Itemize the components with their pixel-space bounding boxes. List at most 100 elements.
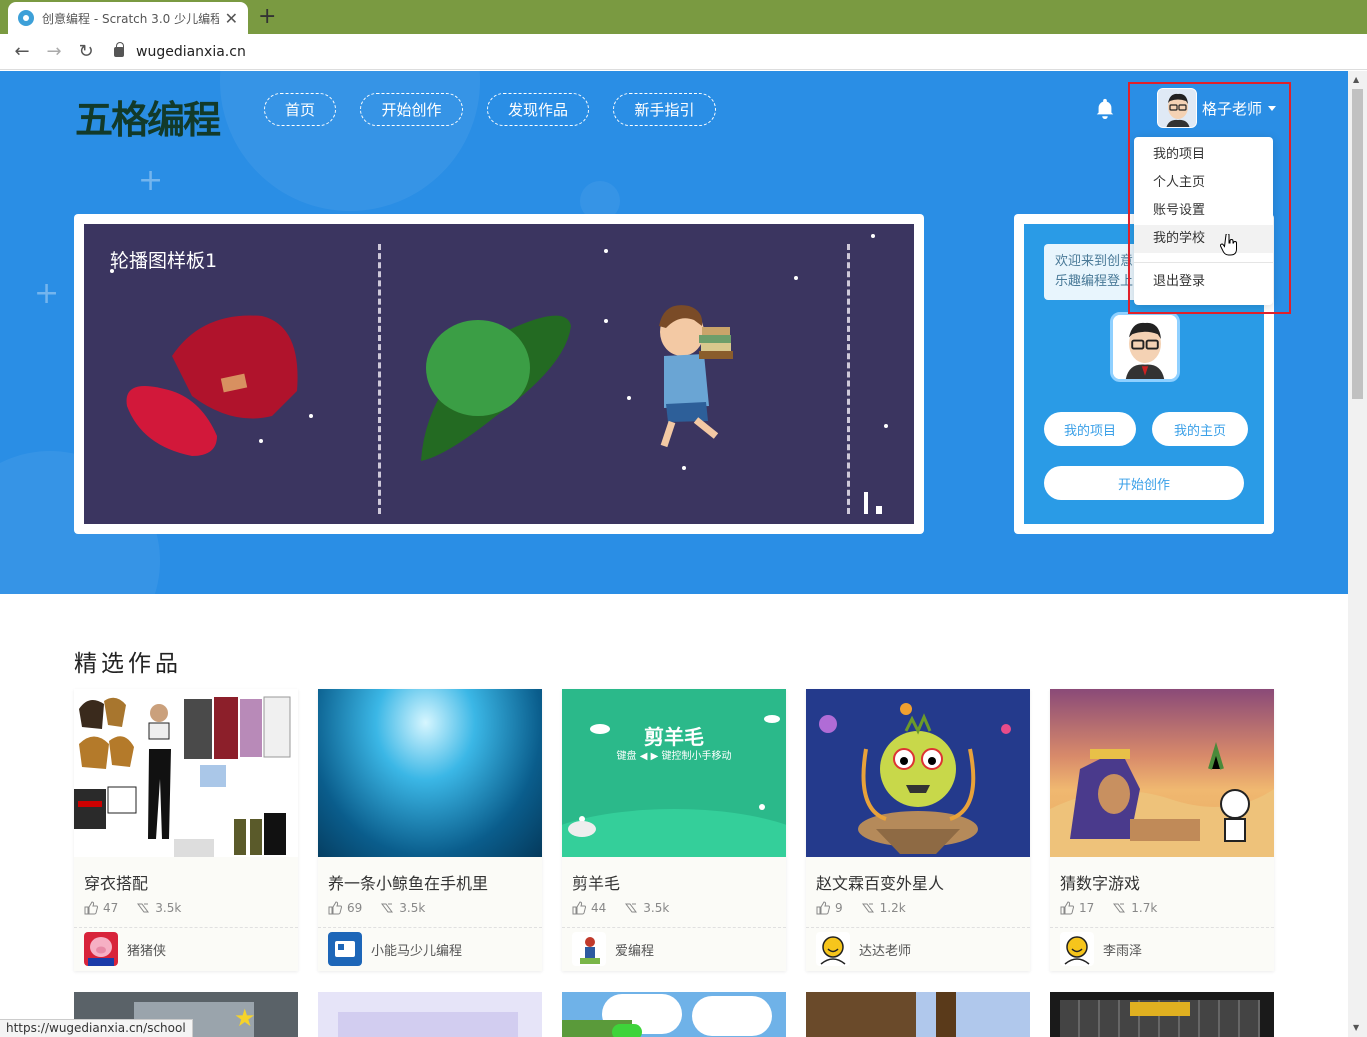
page-scrollbar[interactable]: ▲ ▼: [1348, 71, 1367, 1037]
user-avatar-large[interactable]: [1110, 312, 1180, 382]
card-divider: [1050, 927, 1274, 928]
star: [794, 276, 798, 280]
work-title[interactable]: 剪羊毛: [572, 870, 620, 894]
work-thumbnail[interactable]: [1050, 689, 1274, 857]
my-home-button[interactable]: 我的主页: [1152, 412, 1248, 446]
browser-tab-bar: 创意编程 - Scratch 3.0 少儿编程 ✕ +: [0, 0, 1367, 34]
featured-section-title: 精选作品: [74, 651, 182, 677]
address-bar: ← → ↻ wugedianxia.cn: [0, 34, 1367, 70]
work-author[interactable]: 李雨泽: [1060, 932, 1142, 966]
card-divider: [318, 927, 542, 928]
thumbs-up-icon[interactable]: [84, 901, 98, 915]
work-card-thumbnail[interactable]: [318, 992, 542, 1037]
work-card-thumbnail[interactable]: [562, 992, 786, 1037]
work-card-thumbnail[interactable]: [806, 992, 1030, 1037]
lane-divider: [378, 244, 381, 514]
card-divider: [74, 927, 298, 928]
close-tab-icon[interactable]: ✕: [225, 9, 238, 28]
remix-icon: [1113, 903, 1126, 913]
author-avatar: [1060, 932, 1094, 966]
view-count: 1.7k: [1131, 901, 1158, 915]
scrollbar-thumb[interactable]: [1352, 89, 1363, 399]
new-tab-button[interactable]: +: [258, 4, 276, 29]
start-create-button[interactable]: 开始创作: [1044, 466, 1244, 500]
annotation-highlight-box: [1128, 82, 1291, 314]
author-avatar: [816, 932, 850, 966]
work-card[interactable]: 剪羊毛 键盘 ◀ ▶ 键控制小手移动 剪羊毛 44 3.5k 爱编程: [562, 689, 786, 971]
view-count: 1.2k: [879, 901, 906, 915]
lock-icon: [114, 41, 124, 57]
like-count: 69: [347, 901, 363, 915]
work-thumbnail[interactable]: [806, 689, 1030, 857]
view-count: 3.5k: [399, 901, 426, 915]
my-projects-button[interactable]: 我的项目: [1044, 412, 1136, 446]
star-icon: ★: [234, 1004, 256, 1032]
hand-cursor-icon: [1220, 234, 1237, 256]
author-name: 小能马少儿编程: [371, 943, 463, 959]
author-name: 达达老师: [859, 943, 912, 959]
remix-icon: [381, 903, 394, 913]
view-count: 3.5k: [155, 901, 182, 915]
red-cap-illustration: [126, 315, 298, 456]
like-count: 9: [835, 901, 843, 915]
card-divider: [806, 927, 1030, 928]
site-logo[interactable]: 五格编程: [75, 89, 221, 144]
green-hat-illustration: [421, 315, 571, 461]
thumbs-up-icon[interactable]: [328, 901, 342, 915]
work-thumbnail[interactable]: [318, 689, 542, 857]
work-title[interactable]: 养一条小鲸鱼在手机里: [328, 870, 488, 894]
star: [604, 249, 608, 253]
work-title[interactable]: 猜数字游戏: [1060, 870, 1140, 894]
work-card[interactable]: 猜数字游戏 17 1.7k 李雨泽: [1050, 689, 1274, 971]
work-card-thumbnail[interactable]: [1050, 992, 1274, 1037]
author-avatar: [328, 932, 362, 966]
nav-home[interactable]: 首页: [264, 93, 336, 126]
work-author[interactable]: 爱编程: [572, 932, 654, 966]
work-stats: 44 3.5k: [572, 901, 669, 915]
thumbs-up-icon[interactable]: [1060, 901, 1074, 915]
lane-divider: [847, 244, 850, 514]
pause-icon-bar: [876, 506, 882, 514]
work-author[interactable]: 达达老师: [816, 932, 911, 966]
scroll-up-icon[interactable]: ▲: [1353, 75, 1359, 84]
pause-icon[interactable]: [864, 492, 868, 514]
work-title[interactable]: 赵文霖百变外星人: [816, 870, 944, 894]
nav-guide[interactable]: 新手指引: [613, 93, 716, 126]
browser-tab[interactable]: 创意编程 - Scratch 3.0 少儿编程 ✕: [8, 2, 248, 34]
work-card[interactable]: 养一条小鲸鱼在手机里 69 3.5k 小能马少儿编程: [318, 689, 542, 971]
work-card[interactable]: 穿衣搭配 47 3.5k 猪猪侠: [74, 689, 298, 971]
notification-bell-icon[interactable]: [1094, 97, 1116, 119]
author-name: 猪猪侠: [127, 943, 167, 959]
work-title[interactable]: 穿衣搭配: [84, 870, 148, 894]
forward-icon[interactable]: →: [38, 41, 70, 62]
work-author[interactable]: 猪猪侠: [84, 932, 166, 966]
work-stats: 47 3.5k: [84, 901, 181, 915]
work-stats: 69 3.5k: [328, 901, 425, 915]
work-card[interactable]: 赵文霖百变外星人 9 1.2k 达达老师: [806, 689, 1030, 971]
like-count: 47: [103, 901, 119, 915]
work-thumbnail[interactable]: [74, 689, 298, 857]
remix-icon: [137, 903, 150, 913]
scroll-down-icon[interactable]: ▼: [1353, 1023, 1359, 1032]
carousel-frame: 轮播图样板1: [74, 214, 924, 534]
decoration-circle: [220, 71, 480, 211]
nav-discover[interactable]: 发现作品: [487, 93, 589, 126]
work-thumbnail[interactable]: 剪羊毛 键盘 ◀ ▶ 键控制小手移动: [562, 689, 786, 857]
thumbs-up-icon[interactable]: [572, 901, 586, 915]
nav-start-create[interactable]: 开始创作: [360, 93, 463, 126]
back-icon[interactable]: ←: [6, 41, 38, 62]
view-count: 3.5k: [643, 901, 670, 915]
site-favicon-icon: [18, 10, 34, 26]
star: [884, 424, 888, 428]
carousel-slide[interactable]: 轮播图样板1: [84, 224, 914, 524]
browser-status-url: https://wugedianxia.cn/school: [0, 1019, 193, 1037]
work-stats: 17 1.7k: [1060, 901, 1157, 915]
card-divider: [562, 927, 786, 928]
work-stats: 9 1.2k: [816, 901, 906, 915]
url-input[interactable]: wugedianxia.cn: [136, 44, 246, 60]
thumbs-up-icon[interactable]: [816, 901, 830, 915]
work-author[interactable]: 小能马少儿编程: [328, 932, 462, 966]
reload-icon[interactable]: ↻: [70, 41, 102, 62]
sheep-game-subtitle: 键盘 ◀ ▶ 键控制小手移动: [616, 751, 732, 762]
author-avatar: [84, 932, 118, 966]
